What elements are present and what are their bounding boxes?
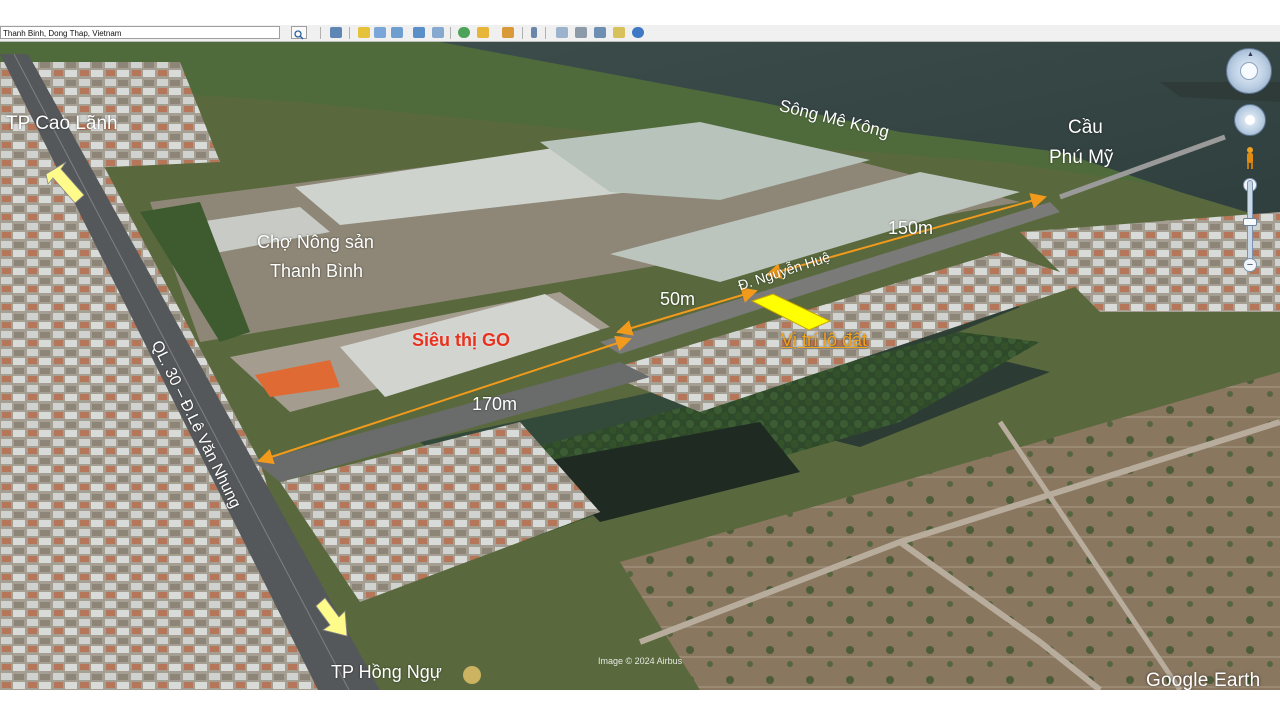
search-icon [294, 30, 304, 40]
maps-icon[interactable] [613, 27, 625, 38]
distance-arrow-170m [257, 335, 632, 465]
toolbar-separator [320, 27, 321, 39]
sidebar-icon[interactable] [330, 27, 342, 38]
label-tp-hong-ngu: TP Hồng Ngự [331, 662, 442, 682]
save-image-icon[interactable] [594, 27, 606, 38]
google-earth-logo: Google Earth [1146, 670, 1261, 690]
label-cau: Cầu [1068, 117, 1103, 138]
zoom-slider-thumb[interactable] [1243, 218, 1257, 226]
satellite-map-view[interactable]: TP Cao Lãnh TP Hồng Ngự Sông Mê Kông Cầu… [0, 42, 1280, 690]
annotation-layer [45, 161, 1047, 684]
imagery-credit: Image © 2024 Airbus [598, 656, 683, 666]
label-thanh-binh: Thanh Bình [270, 261, 364, 281]
arrow-to-hong-ngu-icon [315, 597, 348, 637]
zoom-out-button[interactable]: − [1243, 258, 1257, 272]
toolbar-separator [522, 27, 523, 39]
label-cho-nong-san: Chợ Nông sản [257, 232, 374, 252]
overlay-icon[interactable] [413, 27, 425, 38]
earth-toolbar: Thanh Binh, Dong Thap, Vietnam [0, 25, 1280, 42]
email-icon[interactable] [556, 27, 568, 38]
ruler-icon[interactable] [531, 27, 537, 38]
arrow-to-cao-lanh-icon [45, 161, 85, 204]
north-indicator-icon: ▲ [1247, 51, 1254, 58]
search-input[interactable]: Thanh Binh, Dong Thap, Vietnam [0, 26, 280, 39]
map-marker-icon [463, 666, 481, 684]
toolbar-separator [349, 27, 350, 39]
look-around-control[interactable]: ▲ [1226, 48, 1272, 94]
history-icon[interactable] [458, 27, 470, 38]
label-vi-tri-lo-dat: Vị trí lô đất [781, 330, 868, 350]
path-icon[interactable] [391, 27, 403, 38]
earth-icon[interactable] [632, 27, 644, 38]
street-view-pegman-icon[interactable] [1244, 146, 1256, 170]
move-control[interactable] [1234, 104, 1266, 136]
eye-icon [1240, 62, 1258, 80]
placemark-icon[interactable] [358, 27, 370, 38]
label-sieu-thi-go: Siêu thị GO [412, 330, 511, 350]
sun-icon[interactable] [477, 27, 489, 38]
label-distance-150m: 150m [888, 218, 934, 238]
print-icon[interactable] [575, 27, 587, 38]
toolbar-separator [545, 27, 546, 39]
move-center-icon [1245, 115, 1255, 125]
label-tp-cao-lanh: TP Cao Lãnh [6, 113, 118, 134]
label-phu-my: Phú Mỹ [1049, 147, 1114, 168]
land-lot-highlight [750, 293, 832, 331]
toolbar-separator [450, 27, 451, 39]
polygon-icon[interactable] [374, 27, 386, 38]
label-distance-170m: 170m [472, 394, 518, 414]
tour-icon[interactable] [432, 27, 444, 38]
label-distance-50m: 50m [660, 289, 696, 309]
planet-icon[interactable] [502, 27, 514, 38]
search-button[interactable] [291, 26, 307, 40]
